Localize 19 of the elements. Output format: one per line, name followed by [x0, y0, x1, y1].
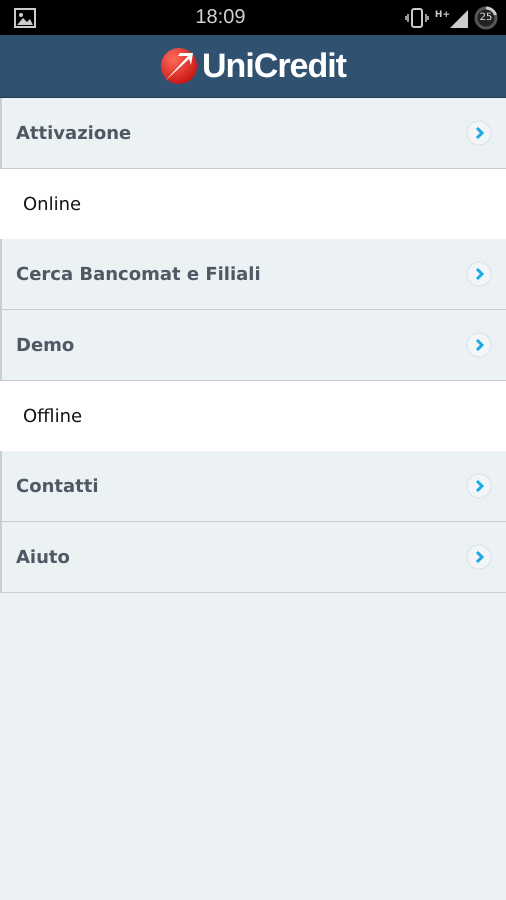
chevron-right-icon[interactable] [466, 544, 492, 570]
battery-ring-icon [474, 6, 498, 30]
chevron-right-icon[interactable] [466, 473, 492, 499]
chevron-right-icon[interactable] [466, 332, 492, 358]
menu-item-label[interactable]: Attivazione [16, 122, 466, 144]
menu-item-label[interactable]: Cerca Bancomat e Filiali [16, 264, 466, 284]
battery-level: 25 [480, 12, 492, 23]
chevron-right-icon[interactable] [466, 120, 492, 146]
clock-time: 18:09 [194, 6, 246, 29]
chevron-right-icon[interactable] [466, 261, 492, 287]
vibrate-icon [404, 8, 429, 28]
network-type: H+ [434, 10, 450, 20]
signal-icon [450, 8, 468, 28]
logo-text: UniCredit [202, 46, 346, 86]
menu-item-label[interactable]: Aiuto [16, 546, 466, 568]
image-icon [14, 8, 36, 28]
menu-item-label[interactable]: Contatti [16, 476, 466, 496]
logo-icon [160, 47, 198, 85]
menu-item-label[interactable]: Demo [16, 334, 466, 356]
